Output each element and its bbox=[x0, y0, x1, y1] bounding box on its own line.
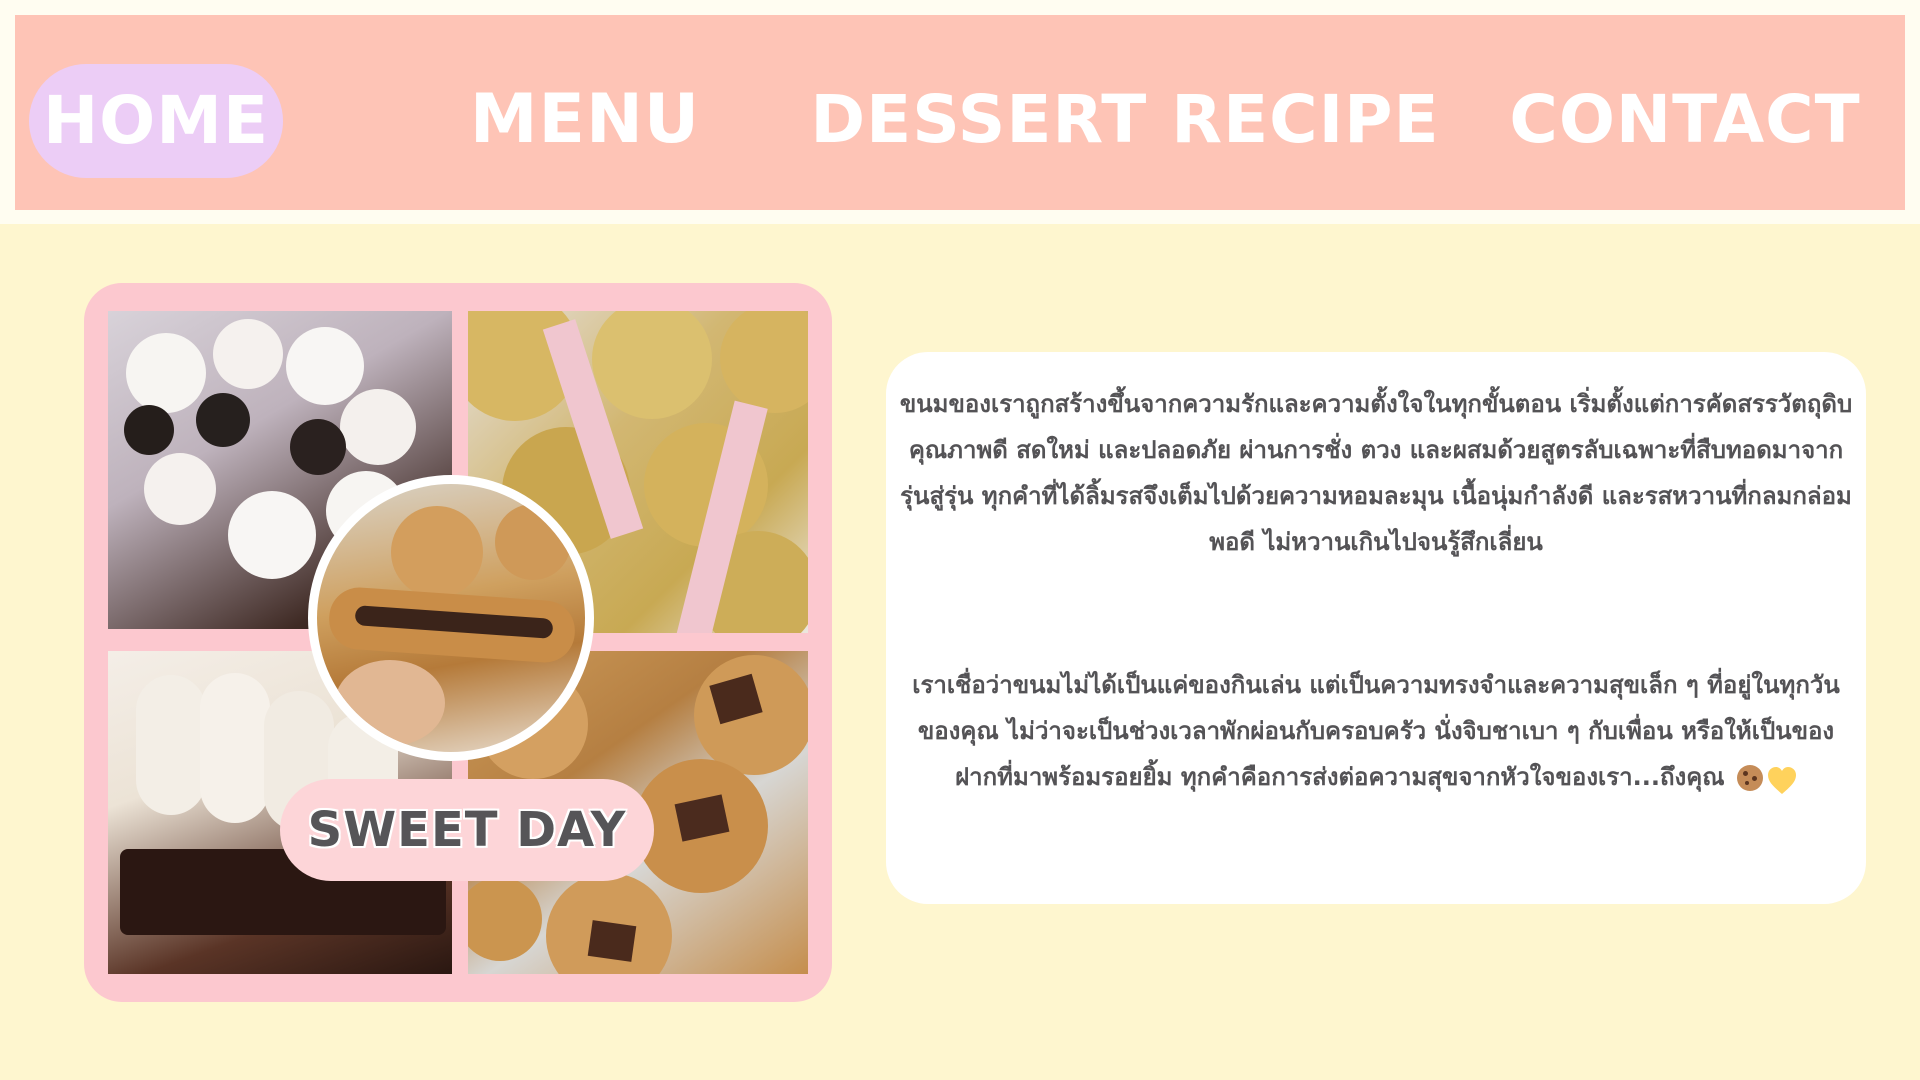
sweet-day-badge-text: SWEET DAY bbox=[307, 801, 627, 859]
nav-menu-link[interactable]: MENU bbox=[445, 85, 725, 155]
dessert-photo-collage: SWEET DAY bbox=[84, 283, 832, 1002]
header-band: HOME MENU DESSERT RECIPE CONTACT bbox=[0, 0, 1920, 224]
intro-paragraph-1: ขนมของเราถูกสร้างขึ้นจากความรักและความตั… bbox=[899, 390, 1853, 556]
nav-contact-link[interactable]: CONTACT bbox=[1475, 85, 1895, 155]
main-navbar: HOME MENU DESSERT RECIPE CONTACT bbox=[15, 15, 1905, 210]
intro-paragraph-2-text: เราเชื่อว่าขนมไม่ได้เป็นแค่ของกินเล่น แต… bbox=[912, 671, 1840, 791]
cookie-emoji-icon bbox=[1736, 765, 1763, 791]
bitten-cookie-image bbox=[317, 484, 585, 752]
page: HOME MENU DESSERT RECIPE CONTACT SWEET D… bbox=[0, 0, 1920, 1080]
about-text-card: ขนมของเราถูกสร้างขึ้นจากความรักและความตั… bbox=[886, 352, 1866, 904]
yellow-heart-emoji-icon bbox=[1767, 764, 1797, 794]
intro-paragraph-2: เราเชื่อว่าขนมไม่ได้เป็นแค่ของกินเล่น แต… bbox=[898, 662, 1854, 800]
sweet-day-badge: SWEET DAY bbox=[280, 779, 654, 881]
nav-dessert-recipe-link[interactable]: DESSERT RECIPE bbox=[785, 85, 1465, 155]
nav-home-link[interactable]: HOME bbox=[29, 64, 283, 178]
bitten-cookie-circle-photo bbox=[308, 475, 594, 761]
